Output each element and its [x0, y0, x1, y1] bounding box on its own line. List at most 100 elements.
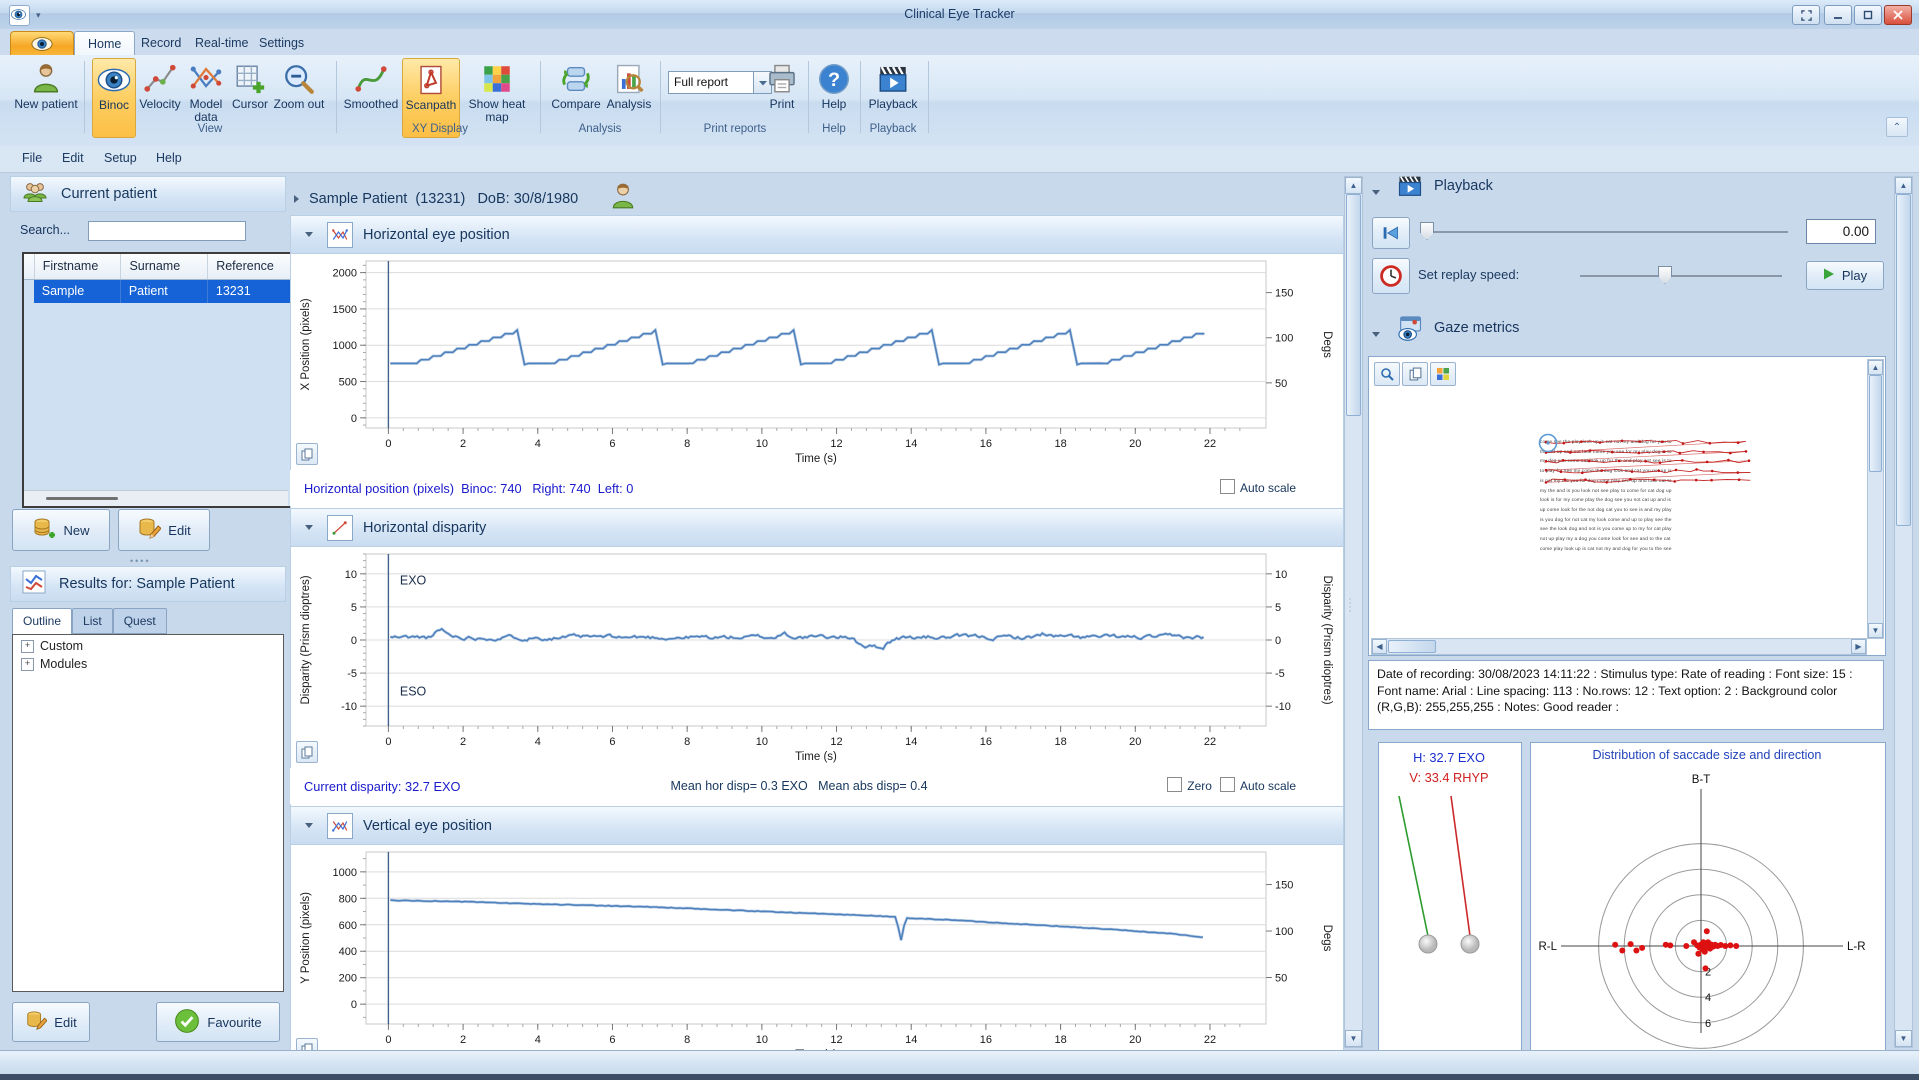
playback-slider-thumb[interactable]	[1420, 222, 1434, 240]
close-button[interactable]	[1884, 5, 1912, 25]
scroll-down-icon[interactable]: ▼	[1868, 623, 1883, 638]
xy-chart-icon	[327, 222, 353, 248]
scroll-down-icon[interactable]: ▼	[1345, 1030, 1362, 1047]
collapse-icon[interactable]	[305, 823, 313, 828]
favourite-button[interactable]: Favourite	[156, 1002, 280, 1042]
play-button[interactable]: Play	[1806, 261, 1884, 290]
results-edit-button[interactable]: Edit	[12, 1002, 90, 1042]
rewind-button[interactable]	[1372, 217, 1410, 249]
scroll-thumb[interactable]	[1388, 640, 1436, 653]
tab-settings[interactable]: Settings	[246, 31, 317, 55]
scroll-up-icon[interactable]: ▲	[1345, 177, 1362, 194]
app-window: ▾ Clinical Eye Tracker Home Record Real-…	[0, 0, 1919, 1080]
edit-patient-record-button[interactable]: Edit	[118, 509, 210, 551]
scroll-thumb[interactable]	[1869, 375, 1882, 472]
replay-speed-slider-track[interactable]	[1580, 275, 1782, 277]
cursor-grid-icon	[233, 62, 267, 96]
splitter-grip-dots[interactable]: ∙∙∙∙	[1349, 597, 1351, 613]
zoom-tool-button[interactable]	[1374, 362, 1400, 386]
grid-view-button[interactable]	[1430, 362, 1456, 386]
binoc-button[interactable]: Binoc	[92, 58, 136, 138]
replay-speed-slider-thumb[interactable]	[1658, 266, 1672, 284]
fit-window-button[interactable]	[1792, 5, 1820, 25]
tree-item-modules[interactable]: +Modules	[21, 657, 283, 671]
new-patient-button[interactable]: New patient	[14, 58, 78, 136]
auto-scale-checkbox[interactable]	[1220, 777, 1235, 792]
hv-deviation-box	[1378, 742, 1522, 1052]
maximize-button[interactable]	[1854, 5, 1882, 25]
tab-quest[interactable]: Quest	[113, 608, 167, 634]
svg-text:14: 14	[905, 736, 917, 748]
menu-setup[interactable]: Setup	[104, 151, 137, 165]
scroll-up-icon[interactable]: ▲	[1868, 360, 1883, 375]
main-vscrollbar[interactable]: ▲ ∙∙∙∙ ▼	[1344, 176, 1363, 1048]
hscroll-thumb[interactable]	[46, 497, 118, 500]
check-circle-icon	[174, 1008, 200, 1037]
search-label: Search...	[20, 223, 70, 237]
copy-stimulus-button[interactable]	[1402, 362, 1428, 386]
table-hscrollbar[interactable]	[24, 490, 288, 506]
svg-text:100: 100	[1275, 333, 1293, 345]
playback-title: Playback	[1434, 178, 1493, 194]
playback-collapse-icon[interactable]	[1372, 182, 1380, 200]
copy-chart-button[interactable]	[296, 741, 318, 763]
report-type-select[interactable]: Full report	[668, 71, 759, 94]
copy-chart-button[interactable]	[296, 1038, 318, 1050]
scroll-up-icon[interactable]: ▲	[1895, 177, 1912, 194]
xy-chart-icon	[327, 813, 353, 839]
tree-item-custom[interactable]: +Custom	[21, 639, 283, 653]
expand-icon[interactable]: +	[21, 640, 34, 653]
vertical-eye-position-header: Vertical eye position	[290, 806, 1344, 845]
menu-help[interactable]: Help	[156, 151, 182, 165]
copy-chart-button[interactable]	[296, 443, 318, 465]
collapse-icon[interactable]	[305, 232, 313, 237]
svg-text:-10: -10	[341, 701, 357, 713]
patient-person-icon	[610, 182, 636, 215]
cell-firstname: Sample	[34, 280, 121, 303]
ribbon-collapse-chevron-icon[interactable]: ⌃	[1886, 117, 1908, 137]
stimulus-vscrollbar[interactable]: ▲ ▼	[1867, 359, 1884, 639]
svg-text:Disparity (Prism dioptres): Disparity (Prism dioptres)	[1321, 575, 1333, 704]
stimulus-hscrollbar[interactable]: ◀ ▶	[1371, 638, 1867, 655]
panel-vscrollbar[interactable]: ▲ ▼	[1894, 176, 1913, 1048]
gaze-collapse-icon[interactable]	[1372, 324, 1380, 342]
chevron-right-icon[interactable]	[294, 195, 299, 203]
expand-icon[interactable]: +	[21, 658, 34, 671]
scroll-right-icon[interactable]: ▶	[1851, 639, 1866, 654]
table-row[interactable]: Sample Patient 13231	[24, 280, 292, 303]
menu-edit[interactable]: Edit	[62, 151, 84, 165]
new-patient-record-button[interactable]: New	[12, 509, 110, 551]
menu-file[interactable]: File	[22, 151, 42, 165]
tab-outline[interactable]: Outline	[12, 608, 72, 636]
column-reference[interactable]: Reference	[208, 254, 292, 279]
saccade-plot-svg: B-TR-LL-R246	[1531, 743, 1883, 1049]
panel-scroll-thumb[interactable]	[1896, 194, 1911, 526]
zoom-out-icon	[282, 62, 316, 96]
auto-scale-checkbox[interactable]	[1220, 479, 1235, 494]
group-label-analysis: Analysis	[540, 123, 660, 135]
scroll-left-icon[interactable]: ◀	[1372, 639, 1387, 654]
eye-icon	[97, 63, 131, 97]
tab-list[interactable]: List	[72, 608, 113, 634]
svg-text:50: 50	[1275, 378, 1287, 390]
main-scroll-thumb[interactable]	[1346, 194, 1361, 416]
svg-text:0: 0	[1275, 635, 1281, 647]
svg-text:18: 18	[1054, 438, 1066, 450]
replay-speed-clock-button[interactable]	[1372, 258, 1410, 294]
application-button[interactable]	[10, 31, 74, 57]
collapse-icon[interactable]	[305, 525, 313, 530]
splitter-grip[interactable]: ••••	[130, 556, 151, 566]
scroll-down-icon[interactable]: ▼	[1895, 1030, 1912, 1047]
tab-home[interactable]: Home	[74, 31, 135, 56]
h-deviation-value: H: 32.7 EXO	[1378, 750, 1520, 765]
minimize-button[interactable]	[1824, 5, 1852, 25]
svg-text:B-T: B-T	[1692, 774, 1711, 786]
svg-text:8: 8	[684, 1034, 690, 1046]
zero-checkbox[interactable]	[1167, 777, 1182, 792]
search-input[interactable]	[88, 221, 246, 241]
svg-text:22: 22	[1204, 1034, 1216, 1046]
playback-slider-track[interactable]	[1420, 231, 1788, 233]
zoom-out-button[interactable]: Zoom out	[272, 58, 326, 136]
column-firstname[interactable]: Firstname	[35, 254, 122, 279]
column-surname[interactable]: Surname	[121, 254, 208, 279]
